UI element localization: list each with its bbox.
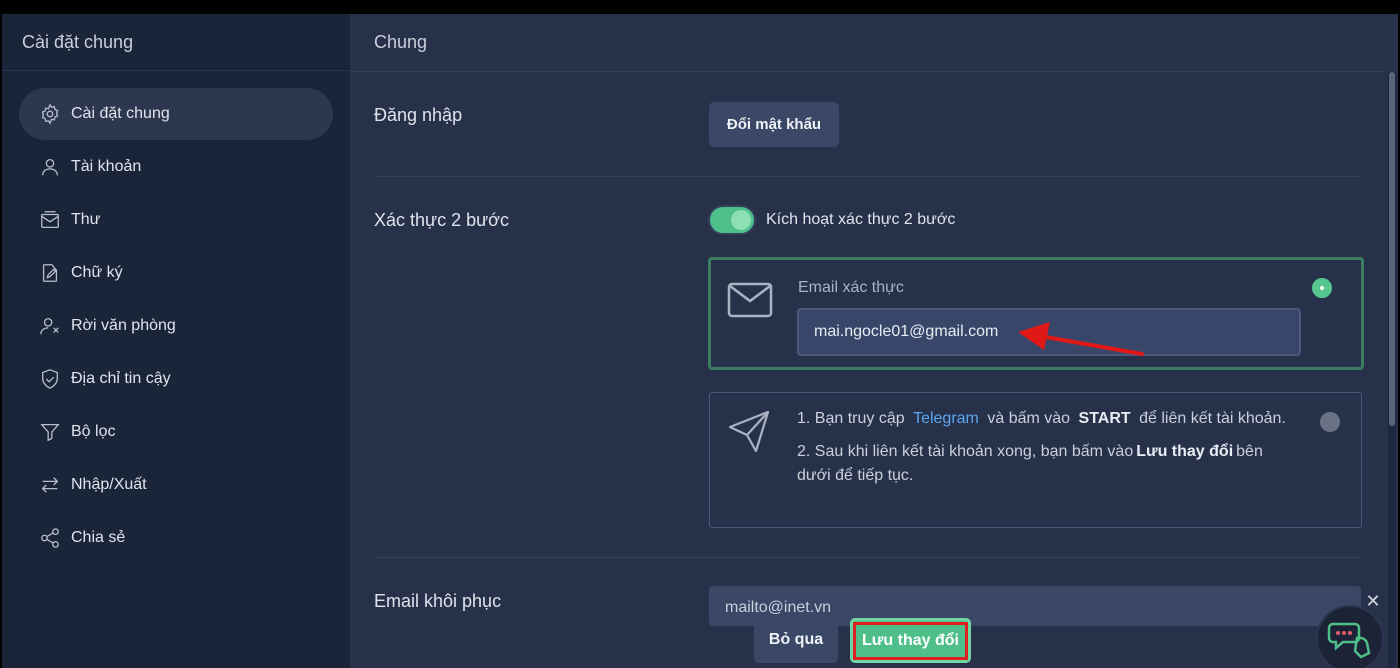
sidebar-item-signature[interactable]: Chữ ký bbox=[19, 247, 333, 299]
settings-main: Chung Đăng nhập Đổi mật khẩu Xác thực 2 … bbox=[350, 14, 1398, 668]
shield-check-icon bbox=[39, 368, 61, 390]
save-keyword: Lưu thay đổi bbox=[1136, 443, 1234, 460]
filter-icon bbox=[39, 421, 61, 443]
close-icon[interactable]: ✕ bbox=[1364, 592, 1382, 610]
user-away-icon bbox=[39, 315, 61, 337]
toggle-knob bbox=[731, 210, 751, 230]
mail-icon bbox=[39, 209, 61, 231]
sidebar-item-label: Cài đặt chung bbox=[71, 105, 170, 122]
step-text: và bấm vào bbox=[987, 410, 1071, 427]
telegram-step-2: 2. Sau khi liên kết tài khoản xong, bạn … bbox=[797, 440, 1297, 488]
user-icon bbox=[39, 156, 61, 178]
sidebar-item-account[interactable]: Tài khoản bbox=[19, 141, 333, 193]
step-text: 2. Sau khi liên kết tài khoản xong, bạn … bbox=[797, 443, 1134, 460]
sidebar-item-label: Chia sẻ bbox=[71, 529, 126, 546]
sidebar-item-trusted-addresses[interactable]: Địa chỉ tin cậy bbox=[19, 353, 333, 405]
two-factor-label: Xác thực 2 bước bbox=[374, 210, 509, 230]
save-changes-button[interactable]: Lưu thay đổi bbox=[850, 618, 971, 663]
sidebar-item-filter[interactable]: Bộ lọc bbox=[19, 406, 333, 458]
email-option-radio[interactable] bbox=[1312, 278, 1332, 298]
change-password-button[interactable]: Đổi mật khẩu bbox=[709, 102, 839, 147]
two-factor-toggle-label: Kích hoạt xác thực 2 bước bbox=[766, 211, 956, 228]
save-changes-label: Lưu thay đổi bbox=[853, 621, 968, 660]
sidebar-item-import-export[interactable]: Nhập/Xuất bbox=[19, 459, 333, 511]
sidebar-item-label: Rời văn phòng bbox=[71, 317, 176, 334]
sidebar-item-share[interactable]: Chia sẻ bbox=[19, 512, 333, 564]
sidebar-divider bbox=[2, 70, 350, 71]
sidebar-item-label: Chữ ký bbox=[71, 264, 123, 281]
telegram-option-radio[interactable] bbox=[1320, 412, 1340, 432]
scrollbar-thumb[interactable] bbox=[1389, 72, 1395, 426]
login-label: Đăng nhập bbox=[374, 105, 463, 125]
sidebar-item-label: Địa chỉ tin cậy bbox=[71, 370, 171, 387]
sidebar-item-label: Thư bbox=[71, 211, 101, 228]
start-keyword: START bbox=[1078, 410, 1131, 427]
chat-support-icon bbox=[1327, 622, 1371, 659]
settings-window: Cài đặt chung Cài đặt chung Tài khoản Th… bbox=[2, 14, 1398, 668]
sidebar: Cài đặt chung Cài đặt chung Tài khoản Th… bbox=[2, 14, 350, 668]
section-divider bbox=[374, 176, 1361, 177]
telegram-verification-option[interactable]: 1. Bạn truy cập Telegram và bấm vào STAR… bbox=[709, 392, 1362, 528]
sidebar-item-general[interactable]: Cài đặt chung bbox=[19, 88, 333, 140]
sidebar-item-mail[interactable]: Thư bbox=[19, 194, 333, 246]
scrollbar[interactable] bbox=[1388, 72, 1396, 668]
gear-icon bbox=[39, 103, 61, 125]
two-factor-toggle[interactable] bbox=[708, 205, 756, 235]
sidebar-item-label: Bộ lọc bbox=[71, 423, 116, 440]
cancel-button[interactable]: Bỏ qua bbox=[754, 617, 838, 663]
verification-email-input[interactable] bbox=[797, 308, 1301, 356]
recovery-email-label: Email khôi phục bbox=[374, 591, 502, 611]
sidebar-item-out-of-office[interactable]: Rời văn phòng bbox=[19, 300, 333, 352]
header-divider bbox=[350, 71, 1386, 72]
page-title: Chung bbox=[374, 32, 428, 52]
sidebar-item-label: Nhập/Xuất bbox=[71, 476, 147, 493]
section-divider bbox=[374, 557, 1361, 558]
telegram-link[interactable]: Telegram bbox=[909, 410, 983, 427]
step-text: 1. Bạn truy cập bbox=[797, 410, 905, 427]
telegram-step-1: 1. Bạn truy cập Telegram và bấm vào STAR… bbox=[797, 407, 1297, 431]
signature-icon bbox=[39, 262, 61, 284]
share-icon bbox=[39, 527, 61, 549]
import-export-icon bbox=[39, 474, 61, 496]
sidebar-nav: Cài đặt chung Tài khoản Thư Chữ ký Rời v… bbox=[19, 88, 333, 565]
chat-support-button[interactable] bbox=[1316, 605, 1384, 668]
sidebar-item-label: Tài khoản bbox=[71, 158, 142, 175]
step-text: để liên kết tài khoản. bbox=[1139, 410, 1286, 427]
email-verification-caption: Email xác thực bbox=[798, 279, 904, 296]
sidebar-title: Cài đặt chung bbox=[22, 32, 134, 52]
envelope-icon bbox=[727, 282, 773, 318]
telegram-instructions: 1. Bạn truy cập Telegram và bấm vào STAR… bbox=[797, 407, 1297, 497]
email-verification-option[interactable]: Email xác thực bbox=[708, 257, 1364, 370]
paper-plane-icon bbox=[728, 410, 770, 453]
